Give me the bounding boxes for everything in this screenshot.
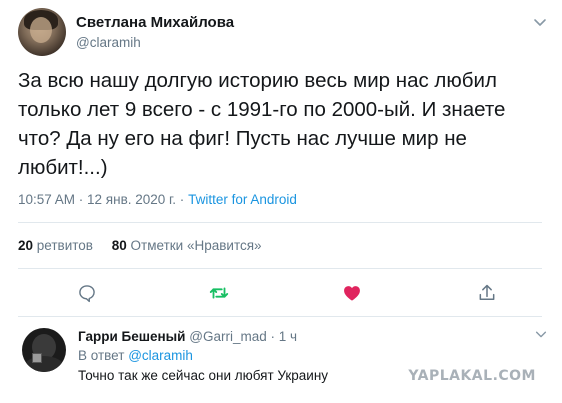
retweet-icon	[209, 287, 229, 299]
author-avatar[interactable]	[18, 8, 66, 56]
reply-to-line: В ответ @claramih	[78, 348, 193, 363]
tweet-stats: 20 ретвитов 80 Отметки «Нравится»	[18, 238, 262, 253]
chevron-down-icon[interactable]	[532, 14, 548, 30]
retweets-label: ретвитов	[36, 238, 93, 253]
reply-author-handle[interactable]: @Garri_mad	[189, 329, 266, 344]
likes-count: 80	[111, 238, 127, 253]
reply-to-mention[interactable]: @claramih	[128, 348, 193, 363]
retweets-stat[interactable]: 20 ретвитов	[18, 238, 93, 253]
heart-icon	[344, 286, 360, 301]
divider	[18, 268, 542, 269]
tweet-header: Светлана Михайлова @claramih	[18, 8, 548, 58]
reply-author-avatar[interactable]	[22, 328, 66, 372]
divider	[18, 316, 542, 317]
likes-label: Отметки «Нравится»	[130, 238, 262, 253]
tweet-page: Светлана Михайлова @claramih За всю нашу…	[0, 0, 562, 403]
reply-button[interactable]	[76, 282, 98, 304]
avatar-face	[30, 17, 52, 43]
reply-avatar-badge	[32, 353, 42, 363]
reply-to-label: В ответ	[78, 348, 125, 363]
share-button[interactable]	[476, 282, 498, 304]
likes-stat[interactable]: 80 Отметки «Нравится»	[112, 238, 262, 253]
retweet-button[interactable]	[208, 282, 230, 304]
author-name[interactable]: Светлана Михайлова	[76, 14, 234, 31]
share-icon	[479, 284, 495, 300]
reply-author-name[interactable]: Гарри Бешеный	[78, 329, 185, 344]
divider	[18, 222, 542, 223]
like-button[interactable]	[341, 282, 363, 304]
author-handle[interactable]: @claramih	[76, 35, 141, 50]
reply-text: Точно так же сейчас они любят Украину	[78, 368, 329, 383]
reply-icon	[79, 285, 95, 303]
watermark: YAPLAKAL.COM	[408, 368, 536, 384]
tweet-timestamp[interactable]: 10:57 AM · 12 янв. 2020 г. ·	[18, 192, 188, 207]
retweets-count: 20	[18, 238, 34, 253]
tweet-source-link[interactable]: Twitter for Android	[188, 192, 297, 207]
tweet-text: За всю нашу долгую историю весь мир нас …	[18, 69, 506, 179]
reply-avatar-body	[24, 356, 64, 372]
reply-header: Гарри Бешеный @Garri_mad · 1 ч	[78, 329, 297, 344]
chevron-down-icon[interactable]	[534, 327, 548, 341]
tweet-meta: 10:57 AM · 12 янв. 2020 г. · Twitter for…	[18, 192, 297, 207]
reply-timestamp[interactable]: · 1 ч	[271, 329, 298, 344]
